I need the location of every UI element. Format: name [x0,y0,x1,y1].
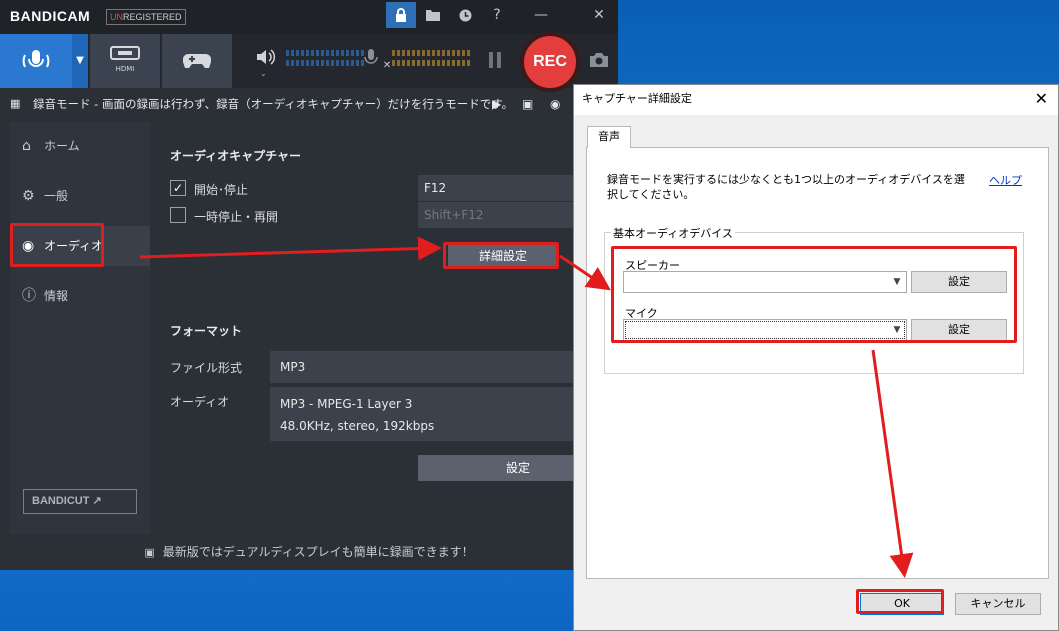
audio-icon[interactable]: ◉ [550,92,560,116]
mic-level-meter [392,50,472,56]
chevron-down-icon: ▼ [76,55,84,66]
dialog-title: キャプチャー詳細設定 [582,92,692,105]
microphone-icon [22,50,50,68]
footer-bar: ▣ 最新版ではデュアルディスプレイも簡単に録画できます！ [0,534,618,570]
sidebar-item-general[interactable]: ⚙ 一般 [10,176,150,216]
dialog-description: 録音モードを実行するには少なくとも1つ以上のオーディオデバイスを選択してください… [607,173,965,201]
speaker-level-meter-2 [286,60,366,66]
format-title: フォーマット [170,324,243,338]
title-bar: BANDICAM UNREGISTERED ? — ✕ [0,0,618,34]
bandicam-window: BANDICAM UNREGISTERED ? — ✕ ▼ HDMI ⌄ ✕ R… [0,0,618,570]
sidebar-item-info[interactable]: ⓘ 情報 [10,276,150,316]
sidebar-item-audio[interactable]: ◉ オーディオ [10,226,150,266]
mode-dropdown-button[interactable]: ▼ [72,34,88,88]
start-stop-label: 開始･停止 [194,183,249,197]
audio-mode-button[interactable] [0,34,72,88]
audio-tab-panel: 録音モードを実行するには少なくとも1つ以上のオーディオデバイスを選択してください… [586,147,1049,579]
audio-capture-title: オーディオキャプチャー [170,149,302,163]
sidebar-item-label: オーディオ [44,239,104,253]
ok-button[interactable]: OK [860,593,944,615]
basic-audio-devices-group: 基本オーディオデバイス スピーカー ▼ 設定 マイク ▼ 設定 [604,225,1024,374]
speaker-icon[interactable]: ⌄ [256,48,276,78]
rec-button[interactable]: REC [520,32,580,92]
speaker-level-meter [286,50,366,56]
sidebar: ⌂ ホーム ⚙ 一般 ◉ オーディオ ⓘ 情報 BANDICUT ↗ [10,122,150,534]
pause-icon[interactable] [488,52,504,70]
hdmi-icon [110,46,140,60]
lock-icon[interactable] [386,2,416,28]
audio-label: オーディオ [170,395,230,409]
audio-codec: MP3 - MPEG-1 Layer 3 [280,397,413,411]
sidebar-item-label: ホーム [44,139,80,153]
pause-resume-label: 一時停止・再開 [194,210,279,224]
help-link[interactable]: ヘルプ [989,172,1022,188]
badge-prefix: UN [110,12,123,22]
mic-settings-button[interactable]: 設定 [911,319,1007,341]
unregistered-badge: UNREGISTERED [106,9,186,25]
folder-icon[interactable] [418,2,448,28]
clock-icon[interactable] [450,2,480,28]
mic-icon[interactable]: ✕ [363,48,391,71]
tab-audio[interactable]: 音声 [587,126,631,148]
close-icon[interactable]: ✕ [584,2,614,28]
advanced-capture-dialog: キャプチャー詳細設定 ✕ 音声 録音モードを実行するには少なくとも1つ以上のオー… [573,84,1059,631]
close-icon[interactable]: ✕ [1035,85,1048,113]
mic-muted-icon: ✕ [382,60,392,71]
info-icon: ⓘ [22,288,36,304]
file-type-label: ファイル形式 [170,361,243,375]
mic-level-meter-2 [392,60,472,66]
sidebar-item-label: 一般 [44,189,69,203]
mode-info-bar: ▦ 録音モード - 画面の録画は行わず、録音（オーディオキャプチャー）だけを行う… [0,92,618,116]
mic-select[interactable]: ▼ [623,319,907,341]
hdmi-label: HDMI [115,65,135,73]
audio-settings-icon: ◉ [22,238,35,254]
home-icon: ⌂ [22,138,31,154]
speaker-dropdown-icon: ⌄ [260,69,267,78]
file-type-value[interactable]: MP3 [270,351,618,383]
minimize-icon[interactable]: — [526,2,556,28]
start-stop-checkbox[interactable]: ✓ [170,180,186,196]
dialog-title-bar: キャプチャー詳細設定 ✕ [574,85,1058,115]
audio-codec-box[interactable]: MP3 - MPEG-1 Layer 3 48.0KHz, stereo, 19… [270,387,618,441]
sidebar-item-home[interactable]: ⌂ ホーム [10,126,150,166]
settings-content: オーディオキャプチャー ✓ 開始･停止 F12 一時停止・再開 Shift+F1… [150,122,618,534]
chevron-down-icon: ▼ [893,325,901,335]
hdmi-mode-button[interactable]: HDMI [90,34,160,88]
speaker-settings-button[interactable]: 設定 [911,271,1007,293]
advanced-settings-button[interactable]: 詳細設定 [448,243,558,269]
video-icon[interactable]: ▶ [492,92,501,116]
chevron-down-icon: ▼ [893,277,901,287]
footer-message[interactable]: 最新版ではデュアルディスプレイも簡単に録画できます！ [163,545,474,559]
grid-icon: ▦ [10,97,20,110]
gear-icon: ⚙ [22,188,35,204]
image-icon[interactable]: ▣ [522,92,533,116]
group-title: 基本オーディオデバイス [611,225,735,241]
chat-icon: ▣ [144,546,155,559]
help-icon[interactable]: ? [482,2,512,28]
pause-resume-checkbox[interactable] [170,207,186,223]
mode-description: 録音モード - 画面の録画は行わず、録音（オーディオキャプチャー）だけを行うモー… [33,97,514,111]
speaker-select[interactable]: ▼ [623,271,907,293]
gamepad-icon [182,53,212,68]
cancel-button[interactable]: キャンセル [955,593,1041,615]
app-logo: BANDICAM [10,8,91,24]
sidebar-item-label: 情報 [44,289,69,303]
camera-icon[interactable] [589,52,609,71]
bandicut-button[interactable]: BANDICUT ↗ [23,489,137,514]
audio-params: 48.0KHz, stereo, 192kbps [280,419,435,433]
game-mode-button[interactable] [162,34,232,88]
badge-rest: REGISTERED [123,12,182,22]
